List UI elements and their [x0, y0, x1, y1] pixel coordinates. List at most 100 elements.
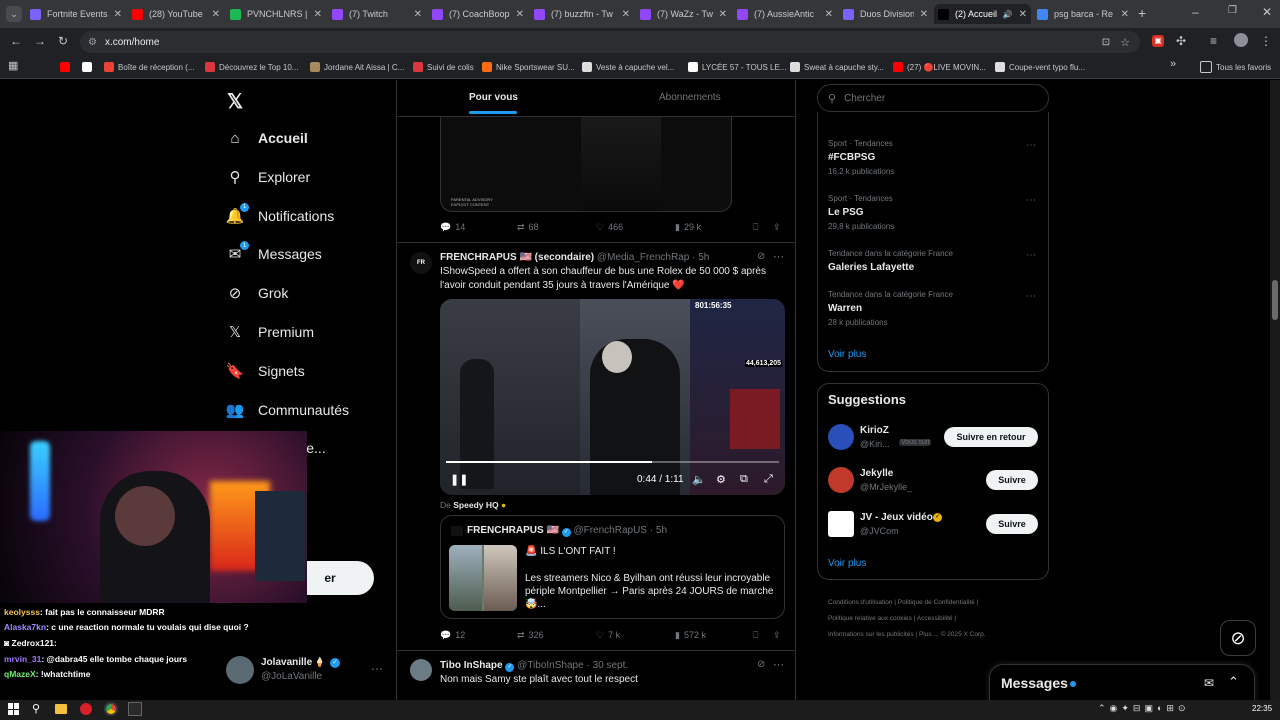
follow-button[interactable]: Suivre en retour	[944, 427, 1038, 447]
suggestion-avatar[interactable]	[828, 511, 854, 537]
account-more-icon[interactable]: ⋯	[371, 662, 383, 676]
windows-start-icon[interactable]	[8, 703, 20, 715]
bookmark-item[interactable]: Coupe-vent typo flu...	[995, 59, 1085, 75]
sidebar-item-home[interactable]: ⌂ Accueil	[226, 129, 307, 147]
new-tab-icon[interactable]: +	[1138, 5, 1146, 21]
trends-show-more[interactable]: Voir plus	[828, 349, 866, 360]
browser-tab[interactable]: (7) CoachBoop ✕	[428, 4, 528, 24]
suggestion-avatar[interactable]	[828, 467, 854, 493]
tab-close-icon[interactable]: ✕	[414, 9, 422, 20]
sidebar-item-people[interactable]: 👥 Communautés	[226, 401, 349, 419]
post-video[interactable]: 801:56:35 44,613,205 ❚❚ 0:44 / 1:11 🔈 ⚙ …	[440, 299, 785, 495]
menu-icon[interactable]: ⋮	[1260, 34, 1272, 48]
bookmark-item[interactable]: Boîte de réception (...	[104, 59, 195, 75]
close-window-icon[interactable]: ✕	[1262, 5, 1272, 19]
bookmark-item[interactable]: Suivi de colis	[413, 59, 474, 75]
browser-tab[interactable]: Duos Division ✕	[839, 4, 932, 24]
tab-close-icon[interactable]: ✕	[516, 9, 524, 20]
next-post-handle[interactable]: @TiboInShape	[517, 660, 584, 671]
sidebar-item-bell[interactable]: 🔔 1 Notifications	[226, 202, 334, 225]
bookmark-item[interactable]: LYCÉE 57 - TOUS LE...	[688, 59, 786, 75]
search-box[interactable]: ⚲ Chercher	[817, 84, 1049, 112]
grok-fab-icon[interactable]: ⊘	[1220, 620, 1256, 656]
video-progress-track[interactable]	[446, 461, 779, 463]
next-post-avatar[interactable]	[410, 659, 432, 681]
messages-drawer[interactable]: Messages ✉ ⌃	[989, 664, 1255, 704]
browser-tab[interactable]: psg barca - Re ✕	[1033, 4, 1133, 24]
trend-item[interactable]: Sport · Tendances Le PSG 29,8 k publicatio…	[828, 194, 894, 231]
trend-item[interactable]: Tendance dans la catégorie France Galerie…	[828, 249, 953, 273]
browser-tab[interactable]: (28) YouTube ✕	[128, 4, 224, 24]
x-logo-icon[interactable]: 𝕏	[227, 89, 243, 114]
star-icon[interactable]: ☆	[1120, 36, 1130, 49]
views-button[interactable]: ▮ 29 k	[675, 222, 701, 233]
browser-tab[interactable]: Fortnite Events ✕	[26, 4, 126, 24]
trend-more-icon[interactable]: ⋯	[1026, 250, 1036, 261]
tab-close-icon[interactable]: ✕	[1019, 9, 1027, 20]
bookmark-item[interactable]: Jordane Ait Aissa | C...	[310, 59, 404, 75]
tab-close-icon[interactable]: ✕	[825, 9, 833, 20]
browser-tab[interactable]: (7) AussieAntic ✕	[733, 4, 837, 24]
footer-cookies[interactable]: Politique relative aux cookies	[828, 615, 912, 622]
tab-following[interactable]: Abonnements	[659, 92, 721, 103]
restore-icon[interactable]: ❐	[1228, 5, 1237, 16]
bookmark-item[interactable]	[60, 59, 70, 75]
post-more-icon[interactable]: ⋯	[773, 250, 784, 263]
install-icon[interactable]: ⊡	[1102, 37, 1110, 48]
post-more-icon[interactable]: ⋯	[773, 658, 784, 671]
bookmark-item[interactable]: Sweat à capuche sty...	[790, 59, 884, 75]
tab-for-you[interactable]: Pour vous	[469, 92, 518, 103]
new-message-icon[interactable]: ✉	[1204, 676, 1214, 690]
pip-icon[interactable]: ⧉	[740, 473, 748, 486]
tray-icons[interactable]: ⌃◉✦⊟▣◐⊞⊙	[1098, 703, 1190, 714]
post-avatar[interactable]: FR	[410, 252, 432, 274]
obs-icon[interactable]	[128, 702, 142, 716]
tab-close-icon[interactable]: ✕	[622, 9, 630, 20]
address-bar[interactable]: ⚙ x.com/home ⊡ ☆	[80, 31, 1140, 53]
sidebar-item-search[interactable]: ⚲ Explorer	[226, 168, 311, 186]
profile-avatar[interactable]	[1234, 33, 1248, 47]
follow-button[interactable]: Suivre	[986, 470, 1038, 490]
expand-icon[interactable]: ⌃	[1228, 674, 1239, 690]
extensions-puzzle-icon[interactable]: ✣	[1176, 34, 1186, 48]
reply-button[interactable]: 💬 14	[440, 222, 465, 233]
file-explorer-icon[interactable]	[55, 704, 67, 714]
chrome-taskbar-icon[interactable]	[104, 702, 118, 716]
more-bookmarks-icon[interactable]: »	[1170, 58, 1176, 70]
tab-close-icon[interactable]: ✕	[1121, 9, 1129, 20]
like-button[interactable]: ♡ 466	[596, 222, 623, 233]
bookmark-item[interactable]	[82, 59, 92, 75]
browser-tab[interactable]: (7) WaZz - Twit ✕	[636, 4, 731, 24]
bookmark-item[interactable]: Nike Sportswear SU...	[482, 59, 575, 75]
grok-post-icon[interactable]: ⊘	[757, 659, 765, 670]
next-post-time[interactable]: 30 sept.	[593, 660, 629, 671]
trend-more-icon[interactable]: ⋯	[1026, 140, 1036, 151]
apps-grid-icon[interactable]: ▦	[8, 59, 18, 72]
footer-ads[interactable]: Informations sur les publicités	[828, 631, 914, 638]
post-author[interactable]: FRENCHRAPUS 🇺🇸 (secondaire)	[440, 252, 594, 263]
sidebar-item-grok[interactable]: ⊘ Grok	[226, 284, 289, 302]
bookmark-item[interactable]: (27) 🔴LIVE MOVIN...	[893, 59, 986, 75]
volume-icon[interactable]: 🔈	[692, 473, 706, 486]
fullscreen-icon[interactable]: ⤢	[764, 473, 773, 486]
media-control-icon[interactable]: ≡	[1210, 34, 1217, 48]
footer-more[interactable]: Plus ...	[919, 631, 939, 638]
bookmark-item[interactable]: Veste à capuche vel...	[582, 59, 674, 75]
suggestion-avatar[interactable]	[828, 424, 854, 450]
share-button[interactable]: ⇪	[773, 222, 781, 233]
sidebar-item-bookmark[interactable]: 🔖 Signets	[226, 362, 305, 380]
search-taskbar-icon[interactable]: ⚲	[32, 702, 40, 715]
scrollbar-thumb[interactable]	[1272, 280, 1278, 320]
bookmark-item[interactable]: Découvrez le Top 10...	[205, 59, 298, 75]
footer-privacy[interactable]: Politique de Confidentialité	[898, 599, 975, 606]
tab-close-icon[interactable]: ✕	[212, 9, 220, 20]
browser-tab[interactable]: (7) Twitch ✕	[328, 4, 426, 24]
browser-tab[interactable]: (2) Accueil 🔊 ✕	[934, 4, 1031, 24]
reload-icon[interactable]: ↻	[58, 34, 68, 48]
footer-accessibility[interactable]: Accessibilité	[917, 615, 953, 622]
suggestion-name[interactable]: KirioZ	[860, 425, 889, 436]
share-button[interactable]: ⇪	[773, 630, 781, 641]
all-bookmarks[interactable]: Tous les favoris	[1200, 59, 1271, 75]
quoted-post[interactable]: FRENCHRAPUS 🇺🇸 ✓ @FrenchRapUS · 5h 🚨 ILS…	[440, 515, 785, 619]
suggestion-name[interactable]: Jekylle	[860, 468, 893, 479]
